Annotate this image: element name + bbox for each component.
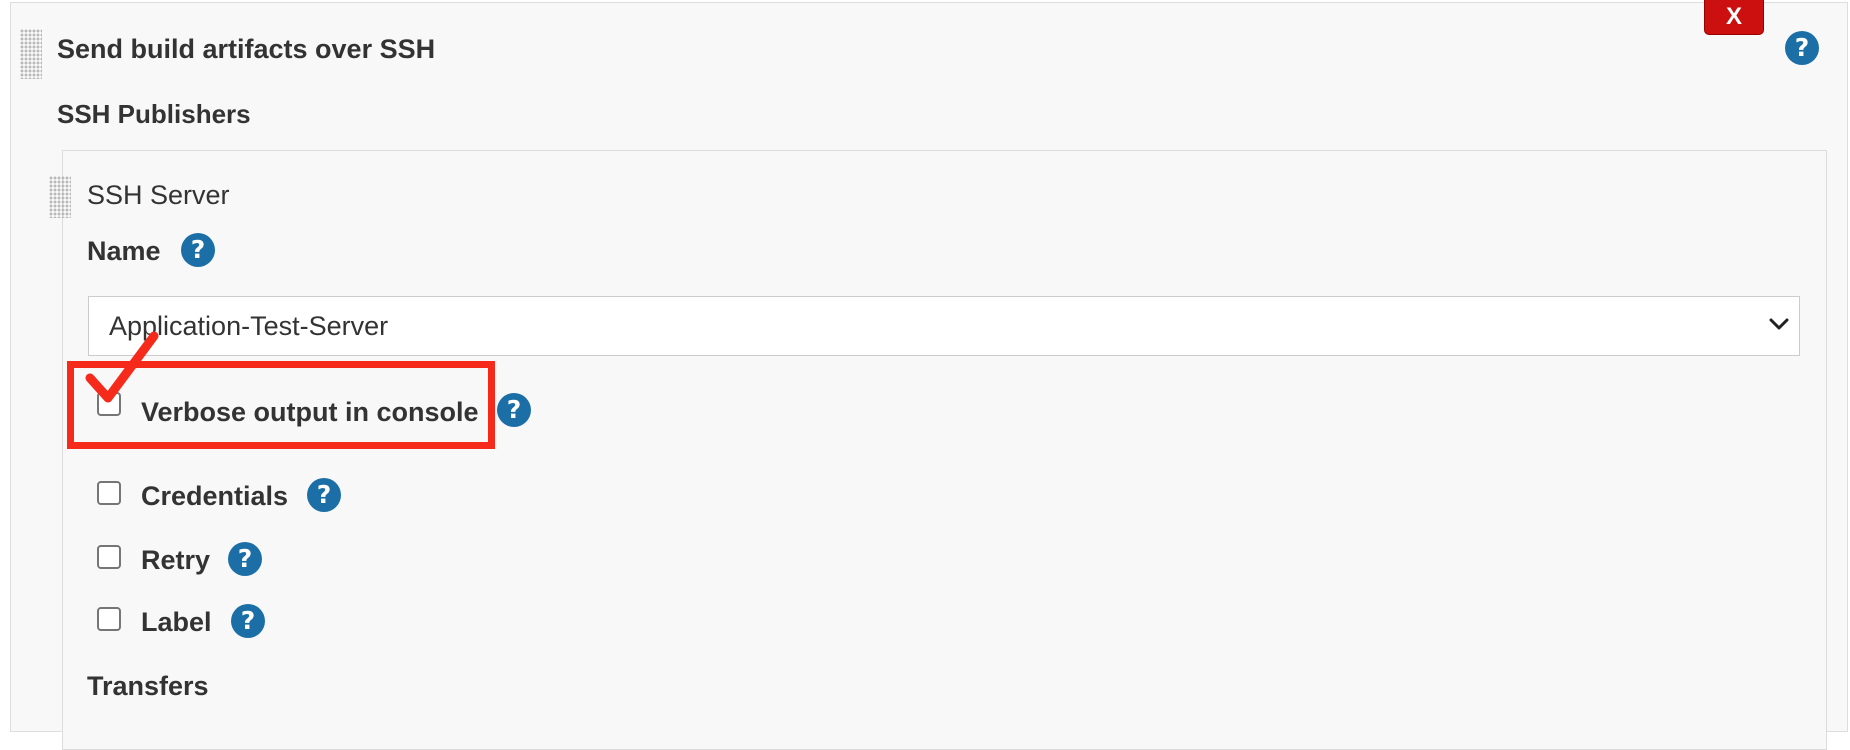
drag-handle-icon[interactable] — [49, 176, 71, 218]
server-name-value: Application-Test-Server — [109, 311, 389, 341]
ssh-server-title: SSH Server — [87, 180, 230, 210]
delete-step-button[interactable]: X — [1704, 0, 1764, 35]
name-label: Name — [87, 236, 161, 266]
verbose-output-label: Verbose output in console — [141, 397, 479, 427]
retry-help-icon[interactable]: ? — [228, 542, 262, 576]
label-help-icon[interactable]: ? — [231, 604, 265, 638]
ssh-server-panel — [62, 150, 1827, 750]
label-checkbox[interactable] — [97, 607, 121, 631]
drag-handle-icon[interactable] — [20, 29, 42, 79]
transfers-title: Transfers — [87, 671, 209, 701]
credentials-help-icon[interactable]: ? — [307, 478, 341, 512]
help-icon[interactable]: ? — [1785, 31, 1819, 65]
verbose-help-icon[interactable]: ? — [497, 393, 531, 427]
retry-checkbox[interactable] — [97, 545, 121, 569]
ssh-publishers-title: SSH Publishers — [57, 99, 251, 129]
credentials-label: Credentials — [141, 481, 289, 511]
verbose-output-checkbox[interactable] — [97, 392, 121, 416]
chevron-down-icon — [1769, 318, 1789, 330]
credentials-checkbox[interactable] — [97, 481, 121, 505]
section-title: Send build artifacts over SSH — [57, 34, 436, 64]
server-name-select[interactable]: Application-Test-Server — [88, 296, 1800, 356]
label-option-label: Label — [141, 607, 212, 637]
retry-label: Retry — [141, 545, 211, 575]
name-help-icon[interactable]: ? — [181, 233, 215, 267]
